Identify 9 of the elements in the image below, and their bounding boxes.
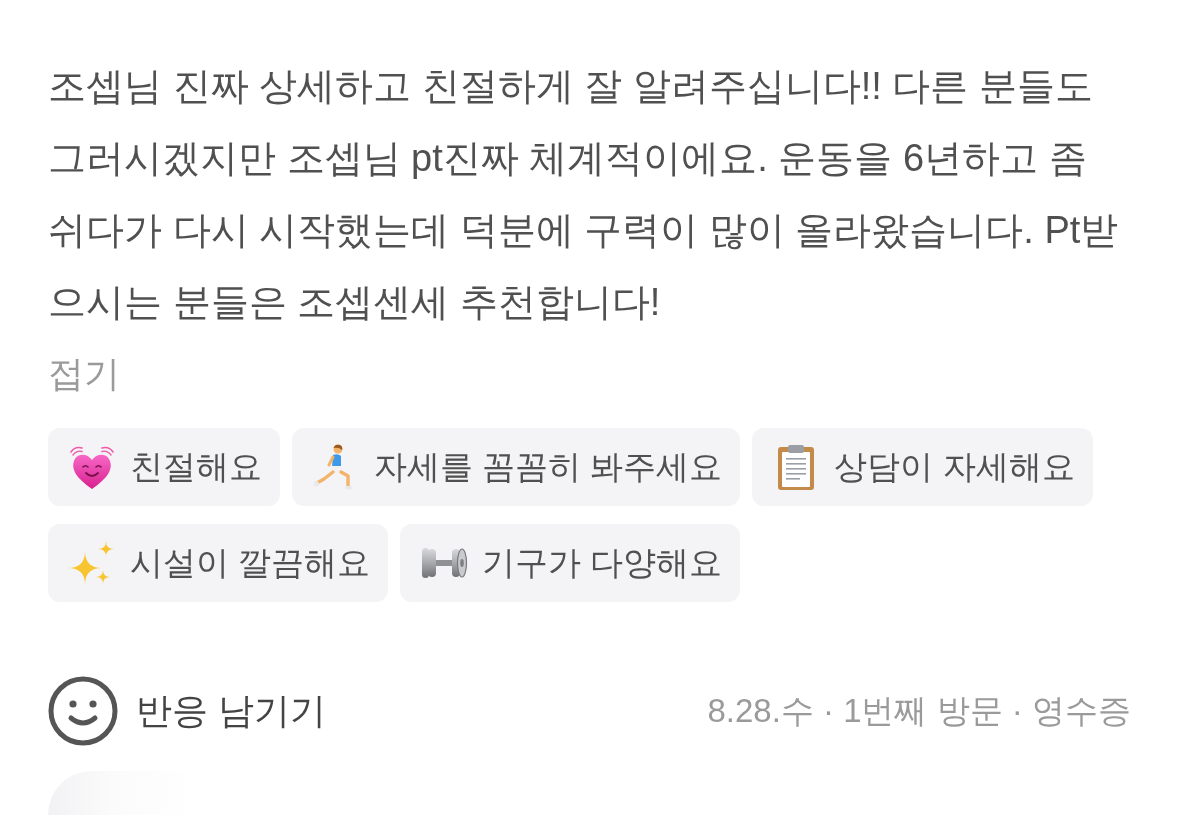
keyword-tag: 기구가 다양해요 bbox=[400, 524, 741, 602]
visit-info: 8.28.수 · 1번째 방문 · 영수증 bbox=[707, 690, 1131, 731]
keyword-tag: 시설이 깔끔해요 bbox=[48, 524, 389, 602]
reaction-button[interactable]: 반응 남기기 bbox=[48, 676, 326, 746]
smiley-icon bbox=[48, 676, 118, 746]
keyword-tag: 상담이 자세해요 bbox=[752, 428, 1093, 506]
review-text: 조셉님 진짜 상세하고 친절하게 잘 알려주십니다!! 다른 분들도 그러시겠지만 조셉님 pt진짜 체계적이에요. 운동을 6년하고 좀 쉬다가 다시 시작했는데 덕분에 구력이 많이 올라왔습니다. Pt받으시는 분들은 조셉센세 추천합니다! bbox=[48, 64, 1120, 325]
keyword-tag: 자세를 꼼꼼히 봐주세요 bbox=[292, 428, 741, 506]
keyword-tag: 친절해요 bbox=[48, 428, 280, 506]
